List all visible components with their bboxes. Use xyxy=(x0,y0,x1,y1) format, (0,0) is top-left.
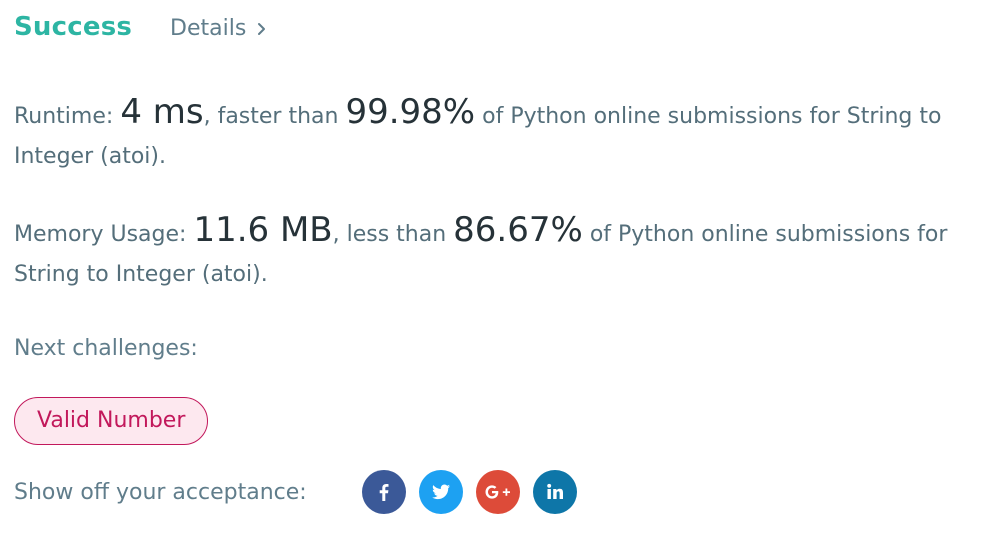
facebook-icon xyxy=(379,484,389,501)
google-plus-share-button[interactable] xyxy=(476,470,520,514)
linkedin-share-button[interactable] xyxy=(533,470,577,514)
runtime-label: Runtime: xyxy=(14,104,114,129)
runtime-percent: 99.98% xyxy=(345,92,476,132)
details-label: Details xyxy=(170,16,247,41)
memory-label: Memory Usage: xyxy=(14,222,187,247)
runtime-comparison: , faster than xyxy=(203,104,339,129)
runtime-summary: Runtime: 4 ms, faster than 99.98% of Pyt… xyxy=(14,92,974,177)
details-link[interactable]: Details xyxy=(170,16,268,41)
twitter-icon xyxy=(432,484,450,500)
share-row: Show off your acceptance: xyxy=(14,470,590,514)
memory-value: 11.6 MB xyxy=(193,210,333,250)
next-challenges-label: Next challenges: xyxy=(14,336,198,361)
memory-summary: Memory Usage: 11.6 MB, less than 86.67% … xyxy=(14,210,974,295)
twitter-share-button[interactable] xyxy=(419,470,463,514)
linkedin-icon xyxy=(547,483,563,499)
memory-percent: 86.67% xyxy=(453,210,583,250)
share-label: Show off your acceptance: xyxy=(14,479,307,505)
memory-comparison: , less than xyxy=(332,222,447,247)
chevron-right-icon xyxy=(258,22,266,35)
status-label: Success xyxy=(14,12,133,42)
challenge-tag-valid-number[interactable]: Valid Number xyxy=(14,397,209,445)
facebook-share-button[interactable] xyxy=(362,470,406,514)
result-header: Success Details xyxy=(14,12,268,42)
runtime-value: 4 ms xyxy=(120,92,204,132)
google-plus-icon xyxy=(485,485,510,499)
